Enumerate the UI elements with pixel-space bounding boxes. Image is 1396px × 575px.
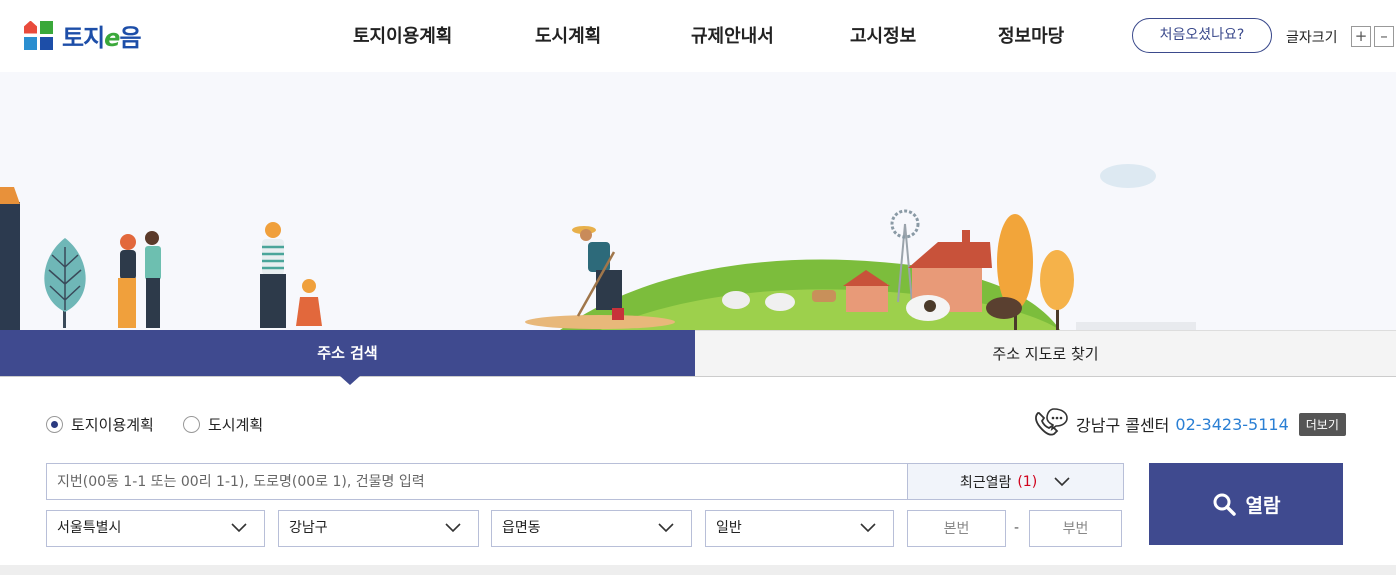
phone-chat-icon (1035, 408, 1068, 436)
sido-value: 서울특별시 (57, 520, 122, 536)
dong-select[interactable]: 읍면동 (491, 510, 692, 547)
view-button[interactable]: 열람 (1149, 463, 1343, 545)
chevron-down-icon (231, 523, 247, 533)
nav-item-regulation-guide[interactable]: 규제안내서 (691, 22, 774, 48)
cloud (1100, 164, 1156, 188)
header: 토지e음 토지이용계획 도시계획 규제안내서 고시정보 정보마당 처음오셨나요?… (0, 0, 1396, 72)
tab-map-search[interactable]: 주소 지도로 찾기 (695, 330, 1396, 376)
sigungu-select[interactable]: 강남구 (278, 510, 479, 547)
bonbun-input[interactable] (907, 510, 1006, 547)
search-icon (1213, 493, 1236, 516)
nav-item-city-plan[interactable]: 도시계획 (535, 22, 601, 48)
tree-left (44, 238, 86, 328)
logo-text-a: 토지 (62, 24, 105, 52)
call-center-phone[interactable]: 02-3423-5114 (1175, 415, 1288, 434)
radio-selected-icon (46, 416, 63, 433)
farmer-figure (572, 226, 624, 320)
recent-view-label: 최근열람 (959, 474, 1012, 491)
call-center-label: 강남구 콜센터 (1076, 416, 1170, 435)
call-center: 강남구 콜센터 02-3423-5114 더보기 (1032, 404, 1346, 444)
land-type-value: 일반 (716, 520, 742, 536)
logo-mark-icon (24, 20, 54, 51)
sido-select[interactable]: 서울특별시 (46, 510, 265, 547)
logo-text-e: e (104, 24, 120, 52)
parent-child-figures (260, 222, 322, 328)
recent-view-count: (1) (1017, 473, 1038, 490)
chevron-down-icon (445, 523, 461, 533)
building-roof (0, 187, 20, 204)
active-tab-indicator (340, 376, 360, 385)
hero-illustration (0, 72, 1396, 330)
number-separator: - (1014, 520, 1020, 536)
logo-text: 토지e음 (62, 18, 142, 53)
radio-unselected-icon (183, 416, 200, 433)
radio-land-use-label: 토지이용계획 (71, 416, 154, 434)
recent-view-dropdown[interactable]: 최근열람 (1) (907, 463, 1124, 500)
radio-city-plan-label: 도시계획 (208, 416, 264, 434)
address-search-input[interactable] (46, 463, 908, 500)
road (1076, 322, 1196, 330)
building-edge (0, 202, 20, 330)
nav-item-land-use[interactable]: 토지이용계획 (353, 22, 452, 48)
search-tabs: 주소 검색 주소 지도로 찾기 (0, 330, 1396, 385)
sigungu-value: 강남구 (289, 520, 328, 536)
couple-figures (118, 231, 161, 328)
view-button-label: 열람 (1245, 494, 1281, 517)
hero-scene (0, 164, 1196, 330)
font-size-label: 글자크기 (1286, 30, 1338, 46)
dong-value: 읍면동 (502, 520, 541, 536)
nav-item-notice-info[interactable]: 고시정보 (850, 22, 916, 48)
font-increase-button[interactable]: + (1351, 26, 1371, 47)
logo-text-b: 음 (119, 24, 141, 52)
nav-item-info-plaza[interactable]: 정보마당 (998, 22, 1064, 48)
land-type-select[interactable]: 일반 (705, 510, 894, 547)
chevron-down-icon (1054, 476, 1070, 486)
radio-city-plan[interactable]: 도시계획 (183, 414, 263, 435)
first-visit-button[interactable]: 처음오셨나요? (1132, 18, 1272, 53)
bubun-input[interactable] (1029, 510, 1122, 547)
font-decrease-button[interactable]: – (1374, 26, 1394, 47)
bottom-divider (0, 565, 1396, 575)
logo[interactable]: 토지e음 (24, 18, 142, 53)
leaf-pile (525, 315, 675, 329)
radio-land-use[interactable]: 토지이용계획 (46, 414, 154, 435)
tab-address-search[interactable]: 주소 검색 (0, 330, 695, 376)
chevron-down-icon (860, 523, 876, 533)
chevron-down-icon (658, 523, 674, 533)
more-button[interactable]: 더보기 (1298, 412, 1346, 436)
